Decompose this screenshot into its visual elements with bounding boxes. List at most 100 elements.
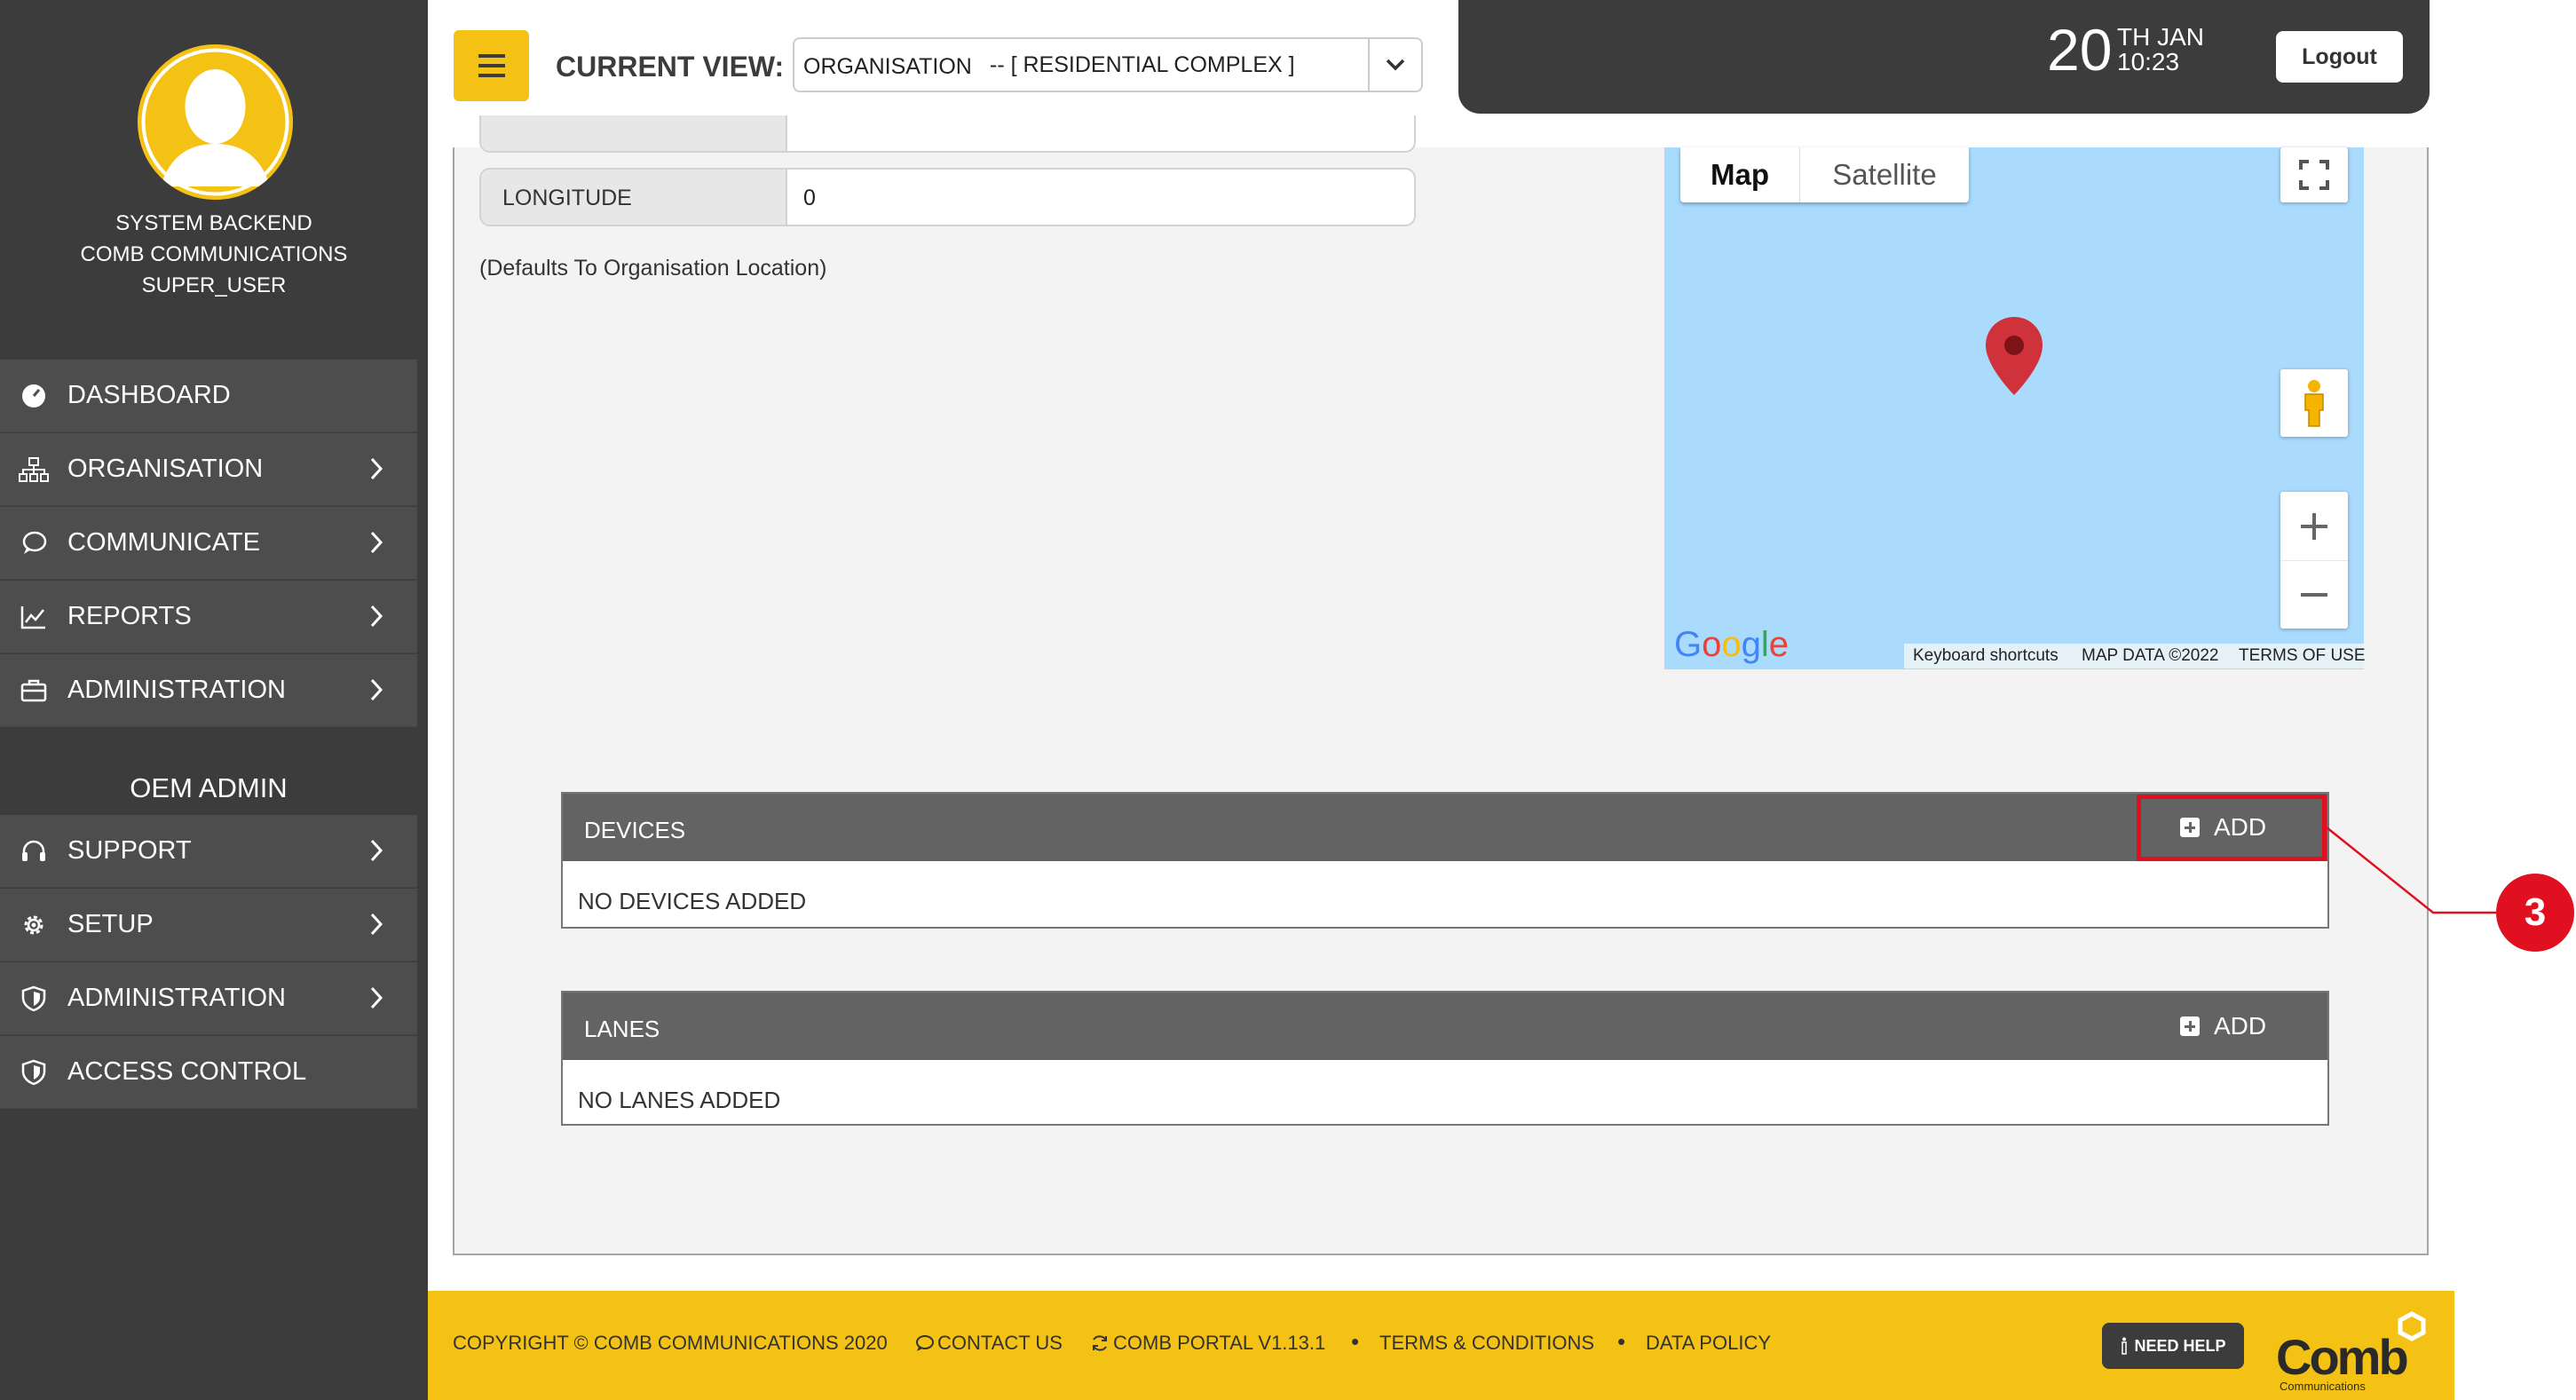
- lanes-card-header: LANES ADD: [563, 993, 2327, 1060]
- sidebar-item-label: SUPPORT: [67, 836, 192, 865]
- latitude-label-cell: [481, 115, 787, 151]
- chevron-right-icon: [369, 677, 383, 709]
- sidebar-item-access-control[interactable]: ACCESS CONTROL: [0, 1036, 417, 1109]
- need-help-button[interactable]: NEED HELP: [2102, 1323, 2244, 1369]
- terms-conditions-link[interactable]: TERMS & CONDITIONS: [1379, 1332, 1594, 1355]
- sidebar-item-label: ADMINISTRATION: [67, 984, 286, 1012]
- shield-icon: [16, 1059, 51, 1086]
- need-help-label: NEED HELP: [2134, 1336, 2226, 1355]
- chat-bubble-icon: [16, 530, 51, 557]
- portal-version: COMB PORTAL V1.13.1: [1090, 1332, 1325, 1355]
- devices-empty-text: NO DEVICES ADDED: [578, 888, 807, 914]
- lanes-title: LANES: [584, 1016, 660, 1042]
- headset-icon: [16, 839, 51, 864]
- shield-icon: [16, 985, 51, 1012]
- sidebar-item-administration[interactable]: ADMINISTRATION: [0, 654, 417, 727]
- chevron-right-icon: [369, 912, 383, 944]
- chevron-right-icon: [369, 838, 383, 870]
- footer-copyright: COPYRIGHT © COMB COMMUNICATIONS 2020: [453, 1332, 888, 1354]
- refresh-icon: [1093, 1335, 1107, 1351]
- longitude-input[interactable]: 0: [803, 186, 816, 211]
- menu-toggle-button[interactable]: [454, 30, 529, 101]
- sidebar-item-setup[interactable]: SETUP: [0, 889, 417, 961]
- dashboard-icon: [16, 383, 51, 409]
- map-tab[interactable]: Map: [1680, 147, 1800, 202]
- lanes-empty-text: NO LANES ADDED: [578, 1087, 781, 1113]
- svg-text:Communications: Communications: [2280, 1380, 2366, 1393]
- zoom-in-button[interactable]: [2280, 493, 2348, 561]
- add-lane-button[interactable]: ADD: [2180, 1008, 2266, 1044]
- date-day: 20: [2047, 17, 2113, 83]
- google-logo: Google: [1674, 625, 1790, 664]
- user-role-line: SUPER_USER: [141, 273, 287, 297]
- sidebar-item-label: ADMINISTRATION: [67, 676, 286, 704]
- oem-admin-heading: OEM ADMIN: [130, 772, 288, 803]
- chevron-right-icon: [369, 985, 383, 1017]
- select-type-text: ORGANISATION: [803, 54, 972, 79]
- plus-icon: [2301, 512, 2327, 540]
- briefcase-icon: [16, 678, 51, 703]
- sidebar-item-communicate[interactable]: COMMUNICATE: [0, 507, 417, 580]
- selected-organisation: -- [ RESIDENTIAL COMPLEX ]: [990, 52, 1295, 77]
- pegman-icon: [2304, 380, 2324, 427]
- satellite-tab[interactable]: Satellite: [1800, 147, 1969, 202]
- keyboard-shortcuts-link[interactable]: Keyboard shortcuts: [1913, 646, 2058, 666]
- longitude-label-cell: LONGITUDE: [481, 170, 787, 225]
- defaults-note: (Defaults To Organisation Location): [479, 256, 827, 281]
- map-pin-icon: [1986, 317, 2043, 395]
- sidebar-item-label: COMMUNICATE: [67, 528, 260, 557]
- add-lane-label: ADD: [2214, 1012, 2267, 1040]
- location-map[interactable]: [1664, 147, 2364, 669]
- sidebar-item-dashboard[interactable]: DASHBOARD: [0, 360, 417, 432]
- minus-icon: [2301, 592, 2327, 597]
- sidebar-item-support[interactable]: SUPPORT: [0, 815, 417, 888]
- zoom-out-button[interactable]: [2280, 561, 2348, 629]
- comb-communications-logo: Comb Communications: [2274, 1307, 2434, 1400]
- map-data-text: MAP DATA ©2022: [2082, 646, 2219, 665]
- latitude-field[interactable]: [479, 115, 1416, 153]
- user-avatar: [138, 44, 293, 200]
- devices-title: DEVICES: [584, 817, 686, 843]
- terms-of-use-link[interactable]: TERMS OF USE: [2239, 646, 2366, 666]
- contact-us-label: CONTACT US: [937, 1332, 1063, 1354]
- chat-bubble-icon: [916, 1335, 934, 1351]
- callout-leader-line: [2327, 827, 2500, 914]
- dropdown-button[interactable]: [1368, 39, 1421, 91]
- hamburger-icon: [478, 54, 505, 77]
- line-chart-icon: [16, 605, 51, 629]
- fullscreen-icon: [2299, 160, 2329, 190]
- logout-button[interactable]: Logout: [2276, 31, 2403, 83]
- sidebar-item-label: ACCESS CONTROL: [67, 1057, 307, 1086]
- chevron-down-icon: [1386, 59, 1405, 71]
- callout-highlight-box: [2137, 795, 2327, 861]
- map-type-control: Map Satellite: [1680, 147, 1969, 202]
- chevron-right-icon: [369, 456, 383, 488]
- organisation-select[interactable]: ORGANISATION -- [ RESIDENTIAL COMPLEX ]: [793, 37, 1423, 92]
- sidebar-item-label: REPORTS: [67, 602, 192, 630]
- info-icon: [2122, 1337, 2128, 1355]
- svg-text:Comb: Comb: [2276, 1329, 2406, 1385]
- callout-number-badge: 3: [2496, 874, 2574, 952]
- street-view-pegman[interactable]: [2280, 369, 2348, 437]
- current-view-label: CURRENT VIEW:: [556, 51, 785, 83]
- plus-square-icon: [2180, 1016, 2200, 1036]
- sidebar-item-oem-administration[interactable]: ADMINISTRATION: [0, 962, 417, 1035]
- sidebar-item-label: SETUP: [67, 910, 154, 938]
- lanes-card: LANES ADD NO LANES ADDED: [561, 991, 2329, 1126]
- gear-icon: [16, 912, 51, 938]
- portal-version-label: COMB PORTAL V1.13.1: [1113, 1332, 1326, 1354]
- fullscreen-button[interactable]: [2280, 147, 2348, 202]
- longitude-label: LONGITUDE: [502, 186, 632, 210]
- sidebar: SYSTEM BACKEND COMB COMMUNICATIONS SUPER…: [0, 0, 428, 1400]
- longitude-field[interactable]: LONGITUDE 0: [479, 168, 1416, 226]
- map-marker[interactable]: [1983, 315, 2045, 401]
- data-policy-link[interactable]: DATA POLICY: [1646, 1332, 1771, 1355]
- map-attribution: Keyboard shortcuts MAP DATA ©2022 TERMS …: [1904, 644, 2366, 668]
- footer-separator: •: [1617, 1328, 1626, 1355]
- sidebar-item-label: DASHBOARD: [67, 381, 231, 409]
- sidebar-item-reports[interactable]: REPORTS: [0, 581, 417, 653]
- footer-separator: •: [1351, 1328, 1360, 1355]
- sidebar-item-organisation[interactable]: ORGANISATION: [0, 433, 417, 506]
- devices-card: DEVICES ADD NO DEVICES ADDED: [561, 792, 2329, 929]
- contact-us-link[interactable]: CONTACT US: [914, 1332, 1063, 1355]
